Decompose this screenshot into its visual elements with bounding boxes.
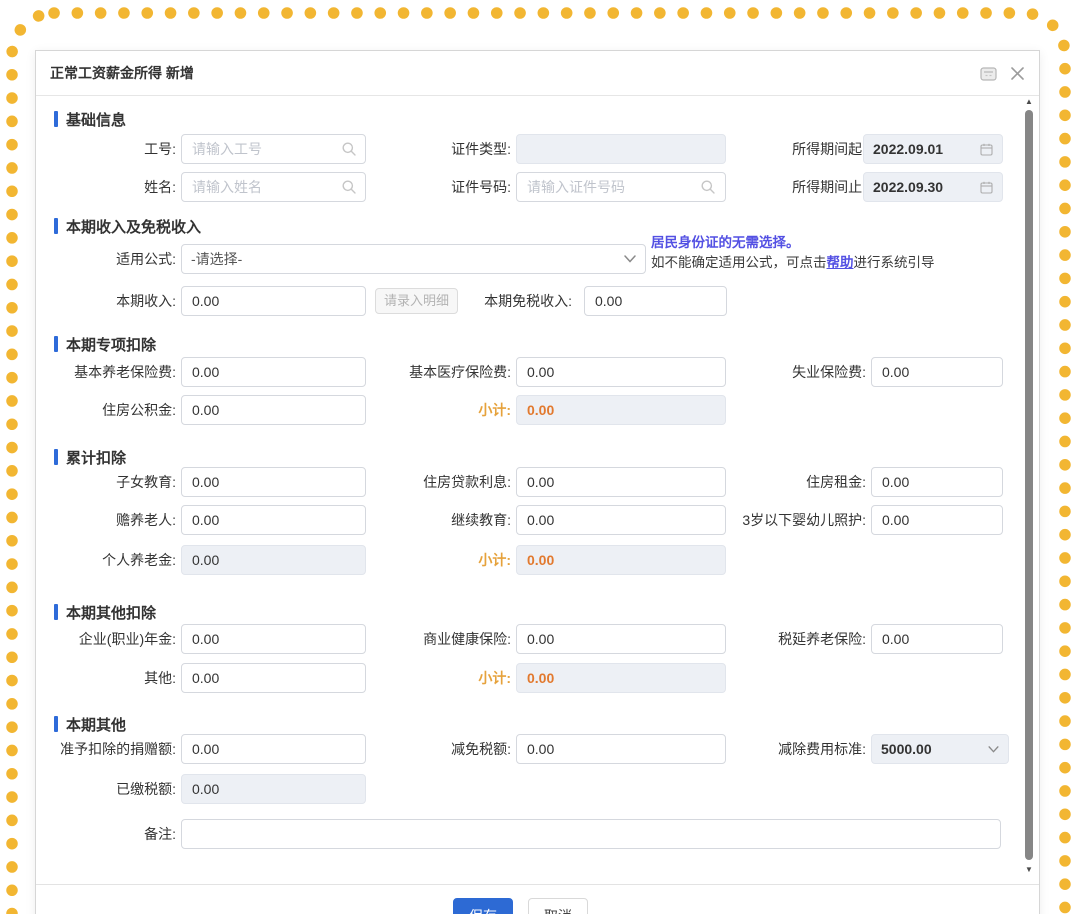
fee-standard-value: 5000.00: [881, 741, 932, 757]
formula-label: 适用公式:: [36, 244, 176, 274]
notice-line2-post: 进行系统引导: [854, 255, 935, 270]
notice-line1: 居民身份证的无需选择。: [651, 233, 935, 253]
housing-fund-label: 住房公积金:: [36, 395, 176, 425]
employee-id-label: 工号:: [36, 134, 176, 164]
dialog-normal-salary-income: 正常工资薪金所得 新增 基础信息 工号:: [35, 50, 1040, 914]
section-bar: [54, 111, 58, 127]
pension-insurance-label: 基本养老保险费:: [36, 357, 176, 387]
section-title: 基础信息: [66, 109, 126, 130]
period-end-label: 所得期间止:: [676, 172, 866, 202]
other-deduction-label: 其他:: [36, 663, 176, 693]
infant-care-input[interactable]: [871, 505, 1003, 535]
paid-tax-input: [181, 774, 366, 804]
save-button[interactable]: 保存: [453, 898, 513, 914]
notice-line2-pre: 如不能确定适用公式，可点击: [651, 255, 827, 270]
scrollbar[interactable]: ▲ ▼: [1023, 97, 1035, 887]
calendar-icon: [980, 143, 993, 156]
calculator-icon[interactable]: [980, 67, 997, 86]
housing-loan-interest-label: 住房贷款利息:: [336, 467, 511, 497]
section-title: 本期收入及免税收入: [66, 216, 201, 237]
current-income-label: 本期收入:: [36, 286, 176, 316]
infant-care-label: 3岁以下婴幼儿照护:: [676, 505, 866, 535]
section-current-income: 本期收入及免税收入: [54, 216, 201, 236]
fee-standard-label: 减除费用标准:: [676, 734, 866, 764]
close-icon[interactable]: [1008, 64, 1027, 88]
help-link[interactable]: 帮助: [827, 255, 854, 270]
period-start-label: 所得期间起:: [676, 134, 866, 164]
scrollbar-down-arrow[interactable]: ▼: [1023, 865, 1035, 875]
tax-deferred-pension-label: 税延养老保险:: [676, 624, 866, 654]
fee-standard-select[interactable]: 5000.00: [871, 734, 1009, 764]
period-end-input[interactable]: 2022.09.30: [863, 172, 1003, 202]
medical-insurance-label: 基本医疗保险费:: [336, 357, 511, 387]
cancel-button[interactable]: 取消: [528, 898, 588, 914]
formula-notice: 居民身份证的无需选择。 如不能确定适用公式，可点击帮助进行系统引导: [651, 233, 935, 273]
id-type-label: 证件类型:: [336, 134, 511, 164]
dialog-header: 正常工资薪金所得 新增: [36, 51, 1039, 96]
tax-free-income-label: 本期免税收入:: [416, 286, 572, 316]
remark-label: 备注:: [36, 819, 176, 849]
chevron-down-icon: [624, 255, 636, 263]
dialog-title: 正常工资薪金所得 新增: [50, 51, 194, 96]
period-start-value: 2022.09.01: [873, 141, 943, 157]
chevron-down-icon: [988, 746, 999, 753]
current-income-input[interactable]: [181, 286, 366, 316]
section-title: 本期专项扣除: [66, 334, 156, 355]
unemployment-insurance-input[interactable]: [871, 357, 1003, 387]
section-bar: [54, 336, 58, 352]
footer-divider: [36, 884, 1039, 885]
id-number-label: 证件号码:: [336, 172, 511, 202]
cumulative-subtotal-label: 小计:: [336, 545, 511, 575]
commercial-health-insurance-label: 商业健康保险:: [336, 624, 511, 654]
elderly-support-label: 赡养老人:: [36, 505, 176, 535]
calendar-icon: [980, 181, 993, 194]
housing-rent-input[interactable]: [871, 467, 1003, 497]
donation-label: 准予扣除的捐赠额:: [36, 734, 176, 764]
section-other-deduction: 本期其他扣除: [54, 602, 156, 622]
section-title: 本期其他扣除: [66, 602, 156, 623]
section-bar: [54, 604, 58, 620]
enterprise-annuity-label: 企业(职业)年金:: [36, 624, 176, 654]
period-end-value: 2022.09.30: [873, 179, 943, 195]
section-current-other: 本期其他: [54, 714, 126, 734]
section-bar: [54, 218, 58, 234]
period-start-input[interactable]: 2022.09.01: [863, 134, 1003, 164]
section-bar: [54, 716, 58, 732]
section-title: 本期其他: [66, 714, 126, 735]
cumulative-subtotal-input: [516, 545, 726, 575]
tax-deferred-pension-input[interactable]: [871, 624, 1003, 654]
formula-value: -请选择-: [191, 249, 242, 269]
formula-select[interactable]: -请选择-: [181, 244, 646, 274]
tax-free-income-input[interactable]: [584, 286, 727, 316]
other-deduction-subtotal-input: [516, 663, 726, 693]
personal-pension-label: 个人养老金:: [36, 545, 176, 575]
housing-rent-label: 住房租金:: [676, 467, 866, 497]
unemployment-insurance-label: 失业保险费:: [676, 357, 866, 387]
remark-input[interactable]: [181, 819, 1001, 849]
paid-tax-label: 已缴税额:: [36, 774, 176, 804]
continuing-education-label: 继续教育:: [336, 505, 511, 535]
section-bar: [54, 449, 58, 465]
section-special-deduction: 本期专项扣除: [54, 334, 156, 354]
special-subtotal-input: [516, 395, 726, 425]
special-subtotal-label: 小计:: [336, 395, 511, 425]
name-label: 姓名:: [36, 172, 176, 202]
tax-relief-label: 减免税额:: [336, 734, 511, 764]
section-cumulative-deduction: 累计扣除: [54, 447, 126, 467]
page-background: 正常工资薪金所得 新增 基础信息 工号:: [0, 0, 1080, 914]
scrollbar-up-arrow[interactable]: ▲: [1023, 97, 1035, 107]
children-education-label: 子女教育:: [36, 467, 176, 497]
section-title: 累计扣除: [66, 447, 126, 468]
section-basic-info: 基础信息: [54, 109, 126, 129]
other-deduction-subtotal-label: 小计:: [336, 663, 511, 693]
scrollbar-thumb[interactable]: [1025, 110, 1033, 860]
